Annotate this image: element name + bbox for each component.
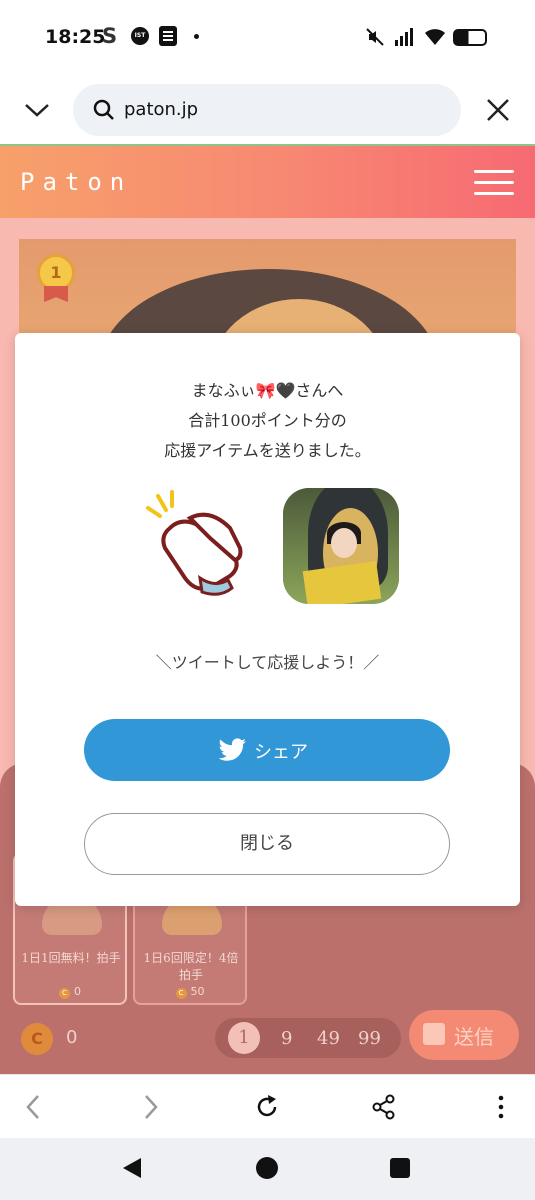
nav-home-icon[interactable] — [256, 1157, 278, 1179]
twitter-bird-icon — [218, 738, 246, 761]
gift-icon — [423, 1023, 445, 1045]
search-icon — [93, 99, 114, 120]
close-button[interactable]: 閉じる — [84, 813, 450, 875]
coin-icon: C — [21, 1023, 53, 1055]
dialog-sent-text: 応援アイテムを送りました。 — [164, 441, 371, 460]
send-button-label: 送信 — [454, 1025, 494, 1049]
share-button[interactable]: シェア — [84, 719, 450, 781]
menu-icon[interactable] — [474, 170, 514, 196]
browser-toolbar — [0, 1074, 535, 1138]
s-app-icon: S — [102, 24, 118, 48]
mute-icon — [366, 28, 384, 46]
amount-option[interactable]: 9 — [281, 1028, 292, 1049]
coin-balance: 0 — [66, 1027, 78, 1048]
notification-dot-icon — [194, 34, 199, 39]
coin-icon: C — [175, 988, 187, 999]
forward-icon[interactable] — [136, 1093, 164, 1121]
gift-card-cost: C 50 — [135, 985, 245, 999]
url-text: paton.jp — [124, 99, 199, 120]
chevron-down-icon[interactable] — [24, 100, 50, 120]
reload-icon[interactable] — [253, 1093, 281, 1121]
battery-icon — [453, 29, 487, 46]
amount-selector: 1 9 49 99 — [215, 1018, 401, 1058]
send-button[interactable]: 送信 — [409, 1010, 519, 1060]
share-button-label: シェア — [254, 742, 308, 763]
site-logo[interactable]: Paton — [20, 168, 132, 196]
dialog-message: まなふぃ🎀🖤さんへ 合計100ポイント分の 応援アイテムを送りました。 — [15, 376, 520, 466]
more-icon[interactable] — [487, 1093, 515, 1121]
gift-card-label: 1日6回限定！4倍拍手 — [143, 951, 239, 982]
status-time: 18:25 — [45, 26, 106, 48]
url-field[interactable]: paton.jp — [73, 84, 461, 136]
tweet-prompt: ＼ツイートして応援しよう！／ — [155, 653, 380, 672]
amount-option[interactable]: 49 — [317, 1028, 340, 1049]
dialog-points: 合計100ポイント分の — [188, 411, 347, 430]
amount-option[interactable]: 1 — [228, 1022, 260, 1054]
share-icon[interactable] — [370, 1093, 398, 1121]
recipient-avatar — [283, 488, 399, 604]
status-bar: 18:25 S IST — [0, 0, 535, 76]
support-sent-dialog: まなふぃ🎀🖤さんへ 合計100ポイント分の 応援アイテムを送りました。 ＼ツイー… — [15, 333, 520, 906]
amount-option[interactable]: 99 — [358, 1028, 381, 1049]
back-icon[interactable] — [20, 1093, 48, 1121]
coin-icon: C — [59, 988, 70, 999]
dialog-recipient: まなふぃ🎀🖤さんへ — [191, 381, 344, 400]
clapping-hands-icon — [146, 490, 243, 596]
wifi-icon — [425, 29, 445, 45]
gift-card-cost: C0 — [15, 985, 125, 999]
nav-recents-icon[interactable] — [390, 1158, 410, 1178]
coin-bar: C 0 1 9 49 99 送信 — [0, 1010, 535, 1074]
ist-badge-icon: IST — [131, 27, 149, 45]
signal-icon — [395, 28, 413, 46]
site-header: Paton — [0, 144, 535, 218]
close-icon[interactable] — [485, 97, 511, 123]
nav-back-icon[interactable] — [123, 1158, 141, 1178]
system-nav-bar — [0, 1138, 535, 1200]
document-icon — [159, 26, 177, 46]
browser-address-bar: paton.jp — [0, 76, 535, 144]
gift-card-label: 1日1回無料！拍手 — [21, 951, 121, 965]
